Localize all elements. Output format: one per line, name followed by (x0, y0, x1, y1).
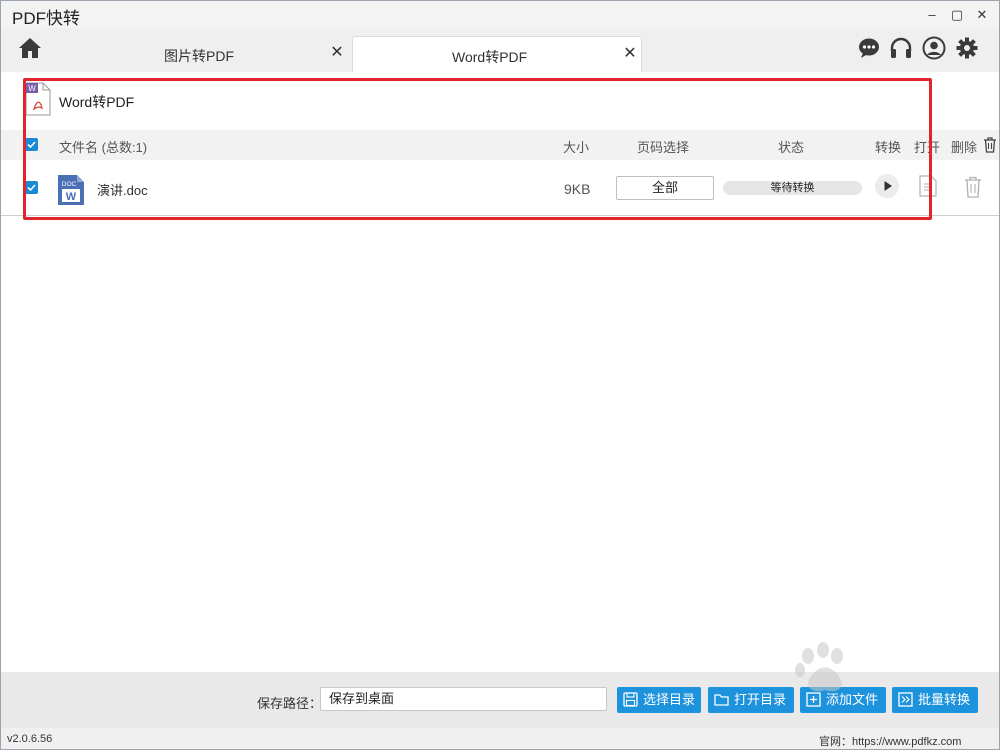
batch-convert-button[interactable]: 批量转换 (892, 687, 978, 713)
file-name: 演讲.doc (97, 183, 148, 198)
row-checkbox[interactable] (25, 181, 38, 194)
section-title: Word转PDF (59, 94, 135, 110)
column-size: 大小 (563, 140, 590, 155)
column-filename: 文件名 (总数:1) (59, 140, 148, 155)
choose-dir-label: 选择目录 (643, 692, 696, 707)
doc-file-icon: DOC W (58, 175, 84, 205)
add-file-button[interactable]: 添加文件 (800, 687, 886, 713)
choose-dir-button[interactable]: 选择目录 (617, 687, 701, 713)
headset-icon[interactable] (889, 36, 913, 60)
main-panel: W Word转PDF 文件名 (总数:1) 大小 页码选择 状态 转换 打开 删… (0, 72, 1000, 672)
footer-action-bar: 保存路径： 保存到桌面 选择目录 打开目录 添加文件 批量转换 (1, 672, 999, 728)
play-icon (884, 181, 892, 191)
svg-text:W: W (28, 84, 36, 93)
table-row[interactable]: DOC W 演讲.doc 9KB 全部 等待转换 (1, 160, 999, 216)
word-to-pdf-icon: W (25, 82, 51, 116)
batch-convert-icon (898, 692, 913, 707)
tab-close-icon[interactable]: ✕ (329, 42, 345, 62)
tab-bar: 图片转PDF ✕ Word转PDF ✕ (0, 28, 1000, 72)
close-window-button[interactable]: ✕ (972, 5, 992, 25)
chat-icon[interactable] (857, 36, 881, 60)
home-icon[interactable] (18, 37, 42, 59)
open-dir-label: 打开目录 (734, 692, 787, 707)
convert-play-button[interactable] (875, 174, 899, 198)
column-page-select: 页码选择 (637, 140, 690, 155)
save-icon (623, 692, 638, 707)
column-open: 打开 (914, 140, 941, 155)
app-title: PDF快转 (12, 9, 80, 28)
svg-text:DOC: DOC (62, 181, 77, 188)
gear-icon[interactable] (955, 36, 979, 60)
file-size: 9KB (564, 181, 591, 197)
add-icon (806, 692, 821, 707)
title-bar: PDF快转 – ▢ ✕ (0, 0, 1000, 28)
save-path-input[interactable]: 保存到桌面 (320, 687, 607, 711)
tab-label: Word转PDF (452, 49, 528, 65)
add-file-label: 添加文件 (826, 692, 879, 707)
footer: 保存路径： 保存到桌面 选择目录 打开目录 添加文件 批量转换 v2.0.6.5… (0, 672, 1000, 750)
delete-file-icon[interactable] (964, 176, 982, 198)
delete-all-icon[interactable] (983, 137, 997, 153)
batch-convert-label: 批量转换 (918, 692, 971, 707)
svg-text:W: W (66, 191, 77, 203)
tab-image-to-pdf[interactable]: 图片转PDF ✕ (61, 36, 351, 72)
page-range-select[interactable]: 全部 (616, 176, 714, 200)
open-dir-button[interactable]: 打开目录 (708, 687, 794, 713)
maximize-button[interactable]: ▢ (947, 5, 967, 25)
column-convert: 转换 (875, 140, 902, 155)
table-header: 文件名 (总数:1) 大小 页码选择 状态 转换 打开 删除 (1, 130, 999, 160)
minimize-button[interactable]: – (922, 5, 942, 25)
section-header: W Word转PDF (1, 72, 999, 130)
version-label: v2.0.6.56 (7, 733, 53, 745)
user-icon[interactable] (922, 36, 946, 60)
status-progress: 等待转换 (723, 181, 862, 195)
select-all-checkbox[interactable] (25, 138, 38, 151)
open-file-icon[interactable] (919, 175, 937, 197)
tab-label: 图片转PDF (164, 48, 234, 64)
folder-icon (714, 694, 729, 706)
column-status: 状态 (778, 140, 805, 155)
website-link[interactable]: 官网：https://www.pdfkz.com (819, 733, 961, 749)
tab-word-to-pdf[interactable]: Word转PDF ✕ (352, 36, 642, 72)
save-path-label: 保存路径： (257, 696, 323, 711)
tab-close-icon[interactable]: ✕ (622, 43, 638, 63)
column-delete: 删除 (951, 140, 978, 155)
